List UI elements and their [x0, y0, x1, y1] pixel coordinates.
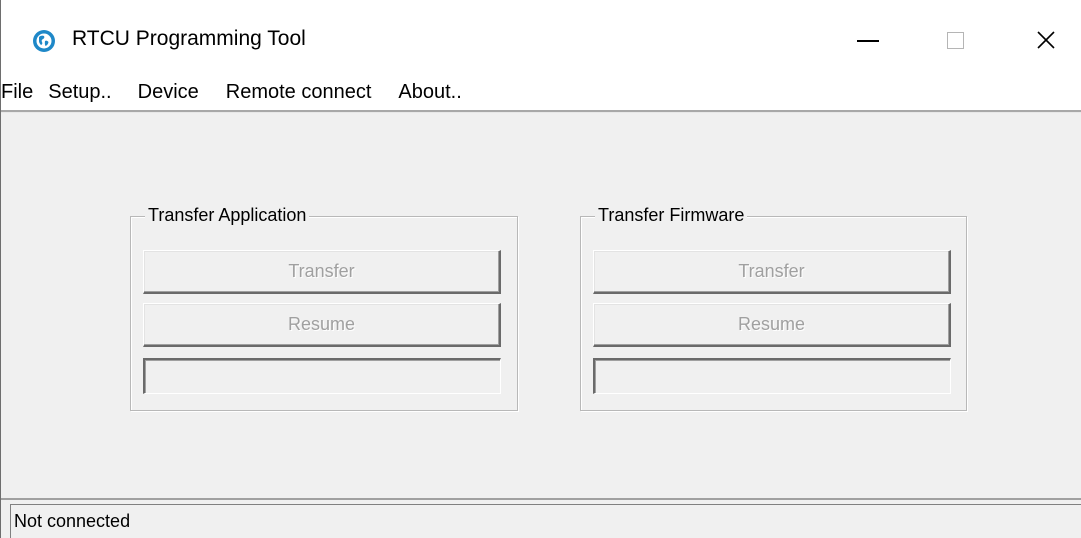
minimize-icon: [857, 40, 879, 42]
title-bar[interactable]: RTCU Programming Tool: [1, 0, 1081, 78]
firmware-progress-bar: [593, 358, 951, 394]
application-transfer-button[interactable]: Transfer: [143, 250, 501, 294]
application-progress-bar: [143, 358, 501, 394]
group-title-application: Transfer Application: [145, 205, 310, 226]
close-button[interactable]: [1001, 0, 1081, 78]
transfer-firmware-group: Transfer Firmware Transfer Resume: [580, 205, 967, 411]
app-window: RTCU Programming Tool File Setup.. Devic…: [0, 0, 1081, 538]
menu-remote-connect[interactable]: Remote connect: [226, 81, 372, 104]
firmware-resume-button[interactable]: Resume: [593, 303, 951, 347]
connection-status: Not connected: [10, 504, 1081, 538]
menu-about[interactable]: About..: [398, 81, 461, 104]
menu-device[interactable]: Device: [138, 81, 199, 104]
menu-setup[interactable]: Setup..: [48, 81, 111, 104]
window-title: RTCU Programming Tool: [72, 27, 306, 50]
transfer-application-group: Transfer Application Transfer Resume: [130, 205, 518, 411]
group-title-firmware: Transfer Firmware: [595, 205, 748, 226]
maximize-icon: [946, 31, 964, 49]
maximize-button[interactable]: [910, 0, 1000, 78]
minimize-button[interactable]: [823, 0, 913, 78]
status-bar: Not connected: [1, 498, 1081, 538]
rtcu-globe-icon[interactable]: [32, 29, 56, 53]
menu-bar: File Setup.. Device Remote connect About…: [1, 74, 462, 110]
client-area: Transfer Application Transfer Resume Tra…: [1, 113, 1081, 498]
firmware-transfer-button[interactable]: Transfer: [593, 250, 951, 294]
menu-file[interactable]: File: [1, 81, 33, 104]
close-icon: [1037, 31, 1055, 49]
application-resume-button[interactable]: Resume: [143, 303, 501, 347]
